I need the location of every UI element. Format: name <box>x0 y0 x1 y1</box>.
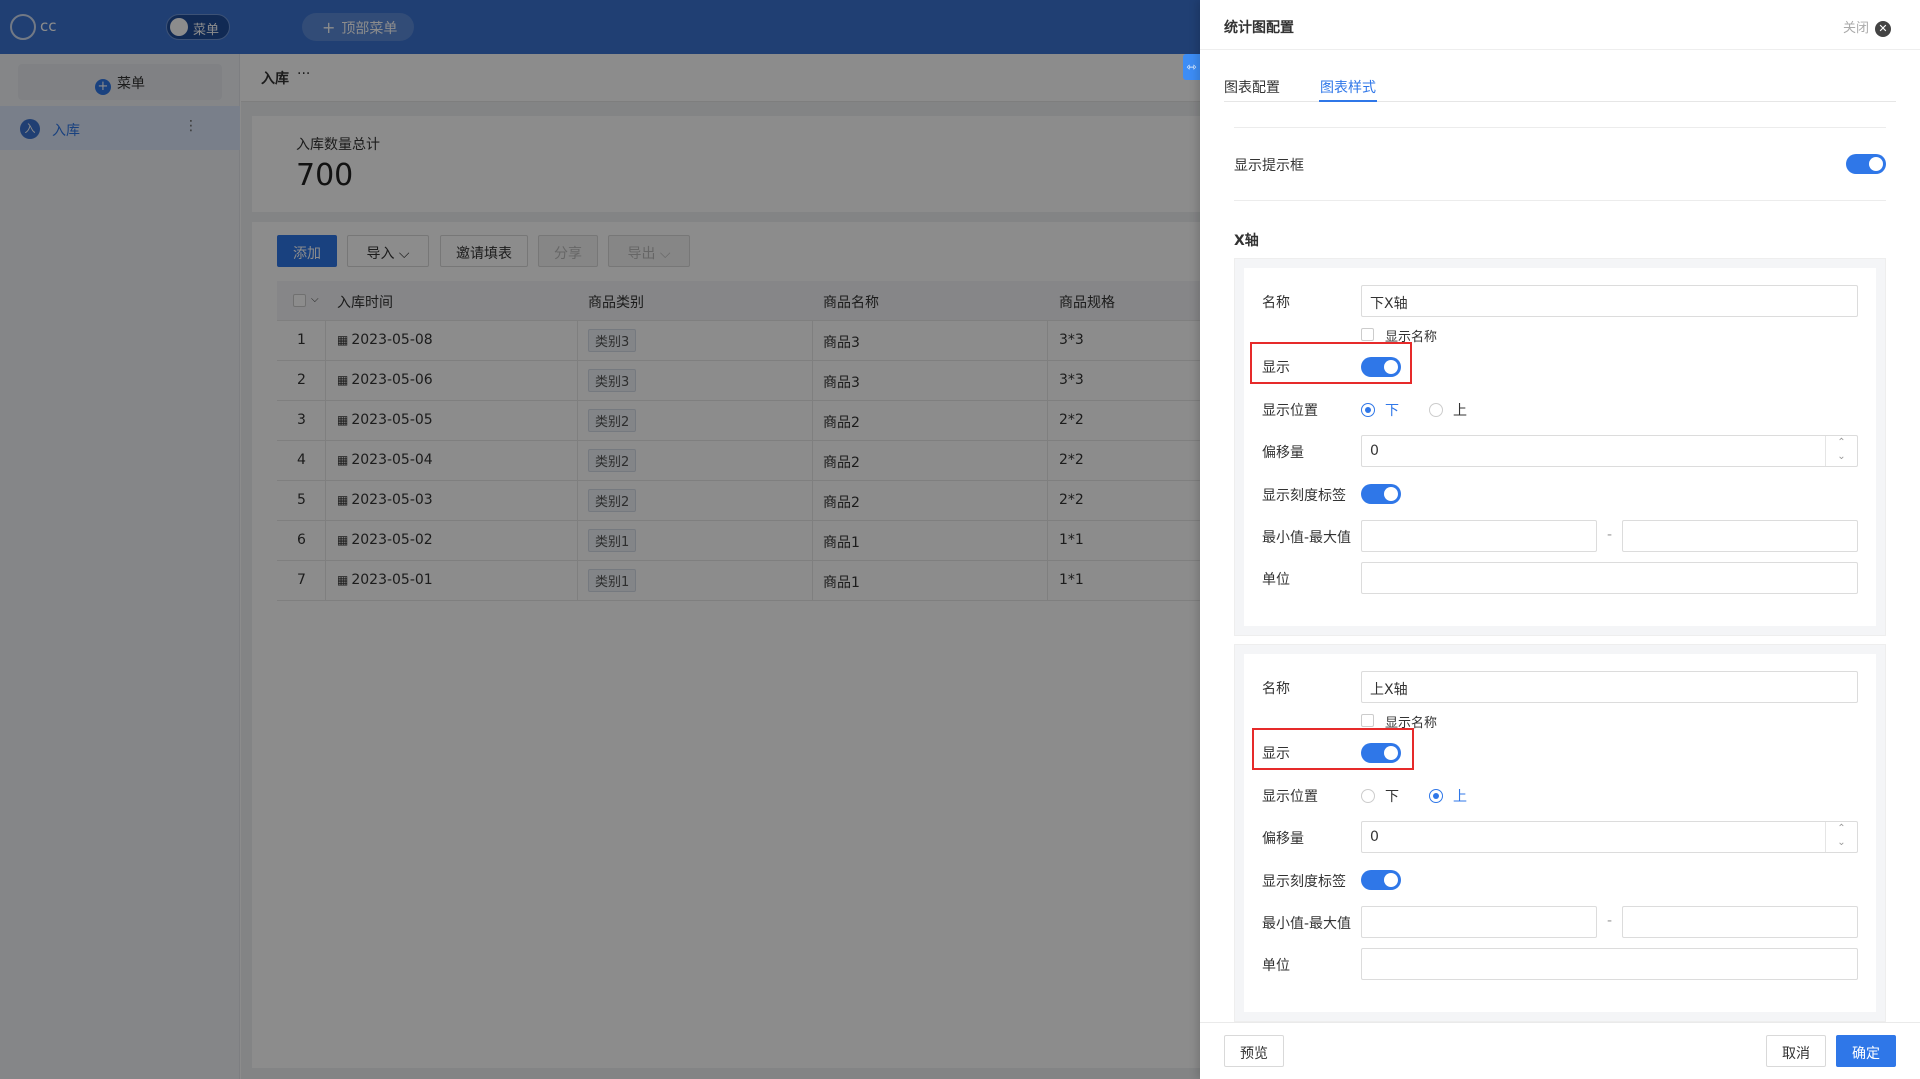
min-max-label: 最小值-最大值 <box>1262 530 1352 546</box>
switch-knob <box>1869 157 1883 171</box>
tab-chart-config[interactable]: 图表配置 <box>1224 77 1280 97</box>
axis-name-input[interactable]: 下X轴 <box>1361 285 1858 317</box>
divider <box>1234 127 1886 128</box>
preview-button[interactable]: 预览 <box>1224 1035 1284 1067</box>
drag-handle-icon[interactable]: ⇿ <box>1183 54 1200 80</box>
unit-label: 单位 <box>1262 572 1290 588</box>
divider <box>1200 49 1920 50</box>
position-label: 显示位置 <box>1262 789 1318 805</box>
position-top-label: 上 <box>1453 403 1467 419</box>
max-input[interactable] <box>1622 520 1858 552</box>
xaxis-section-title: X轴 <box>1234 233 1259 249</box>
position-top-radio[interactable] <box>1429 789 1443 803</box>
name-label: 名称 <box>1262 295 1290 311</box>
switch-knob <box>1384 487 1398 501</box>
divider <box>1234 200 1886 201</box>
position-top-radio[interactable] <box>1429 403 1443 417</box>
unit-input[interactable] <box>1361 948 1858 980</box>
offset-value: 0 <box>1370 829 1379 845</box>
show-name-checkbox[interactable] <box>1361 714 1374 727</box>
show-ticks-label: 显示刻度标签 <box>1262 488 1346 504</box>
stepper-icon[interactable]: ⌃ ⌄ <box>1825 822 1857 852</box>
position-top-label: 上 <box>1453 789 1467 805</box>
axis-name-input[interactable]: 上X轴 <box>1361 671 1858 703</box>
close-button[interactable]: 关闭 ✕ <box>1843 17 1892 37</box>
position-label: 显示位置 <box>1262 403 1318 419</box>
tab-chart-style[interactable]: 图表样式 <box>1320 77 1376 97</box>
close-icon: ✕ <box>1875 21 1892 37</box>
show-tooltip-switch[interactable] <box>1846 154 1886 174</box>
offset-input[interactable]: 0 ⌃ ⌄ <box>1361 821 1858 853</box>
offset-value: 0 <box>1370 443 1379 459</box>
min-input[interactable] <box>1361 520 1597 552</box>
show-ticks-label: 显示刻度标签 <box>1262 874 1346 890</box>
close-label: 关闭 <box>1843 21 1870 36</box>
unit-label: 单位 <box>1262 958 1290 974</box>
confirm-button[interactable]: 确定 <box>1836 1035 1896 1067</box>
stepper-icon[interactable]: ⌃ ⌄ <box>1825 436 1857 466</box>
drawer-title: 统计图配置 <box>1224 20 1294 36</box>
show-name-checkbox[interactable] <box>1361 328 1374 341</box>
range-separator: - <box>1607 527 1613 543</box>
active-tab-indicator <box>1319 100 1377 102</box>
position-bottom-label: 下 <box>1385 403 1399 419</box>
divider <box>1200 1022 1920 1023</box>
cancel-button[interactable]: 取消 <box>1766 1035 1826 1067</box>
show-tooltip-label: 显示提示框 <box>1234 158 1304 174</box>
max-input[interactable] <box>1622 906 1858 938</box>
position-bottom-radio[interactable] <box>1361 403 1375 417</box>
range-separator: - <box>1607 913 1613 929</box>
switch-knob <box>1384 873 1398 887</box>
name-label: 名称 <box>1262 681 1290 697</box>
position-bottom-label: 下 <box>1385 789 1399 805</box>
show-ticks-switch[interactable] <box>1361 484 1401 504</box>
highlight-box <box>1250 342 1412 384</box>
min-input[interactable] <box>1361 906 1597 938</box>
min-max-label: 最小值-最大值 <box>1262 916 1352 932</box>
offset-label: 偏移量 <box>1262 831 1304 847</box>
modal-mask[interactable] <box>0 0 1200 1079</box>
highlight-box <box>1252 728 1414 770</box>
show-ticks-switch[interactable] <box>1361 870 1401 890</box>
offset-label: 偏移量 <box>1262 445 1304 461</box>
unit-input[interactable] <box>1361 562 1858 594</box>
position-bottom-radio[interactable] <box>1361 789 1375 803</box>
offset-input[interactable]: 0 ⌃ ⌄ <box>1361 435 1858 467</box>
